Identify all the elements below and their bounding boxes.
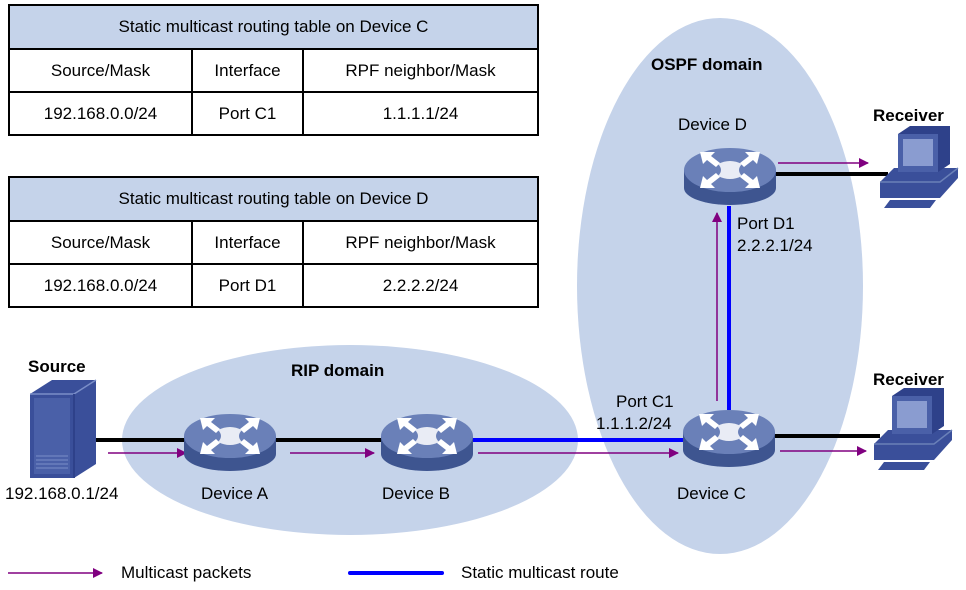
source-ip-label: 192.168.0.1/24 xyxy=(5,484,119,503)
receiver-top-pc-icon[interactable] xyxy=(879,125,959,209)
port-c1-name: Port C1 xyxy=(616,392,674,411)
col-header-rpf-neighbor: RPF neighbor/Mask xyxy=(302,48,539,93)
col-header-interface: Interface xyxy=(191,48,304,93)
legend-static-route-label: Static multicast route xyxy=(461,563,619,582)
routing-table-device-d: Static multicast routing table on Device… xyxy=(8,176,539,308)
col-header-rpf-neighbor: RPF neighbor/Mask xyxy=(302,220,539,265)
device-d-label: Device D xyxy=(678,115,747,134)
cell-rpf-neighbor: 2.2.2.2/24 xyxy=(302,263,539,308)
port-d1-ip: 2.2.2.1/24 xyxy=(737,236,813,255)
cell-source-mask: 192.168.0.0/24 xyxy=(8,263,193,308)
table-row: 192.168.0.0/24 Port C1 1.1.1.1/24 xyxy=(8,91,539,136)
device-a-router-icon[interactable] xyxy=(184,414,276,471)
port-c1-ip: 1.1.1.2/24 xyxy=(596,414,672,433)
source-server-icon[interactable] xyxy=(30,379,97,478)
legend-multicast-label: Multicast packets xyxy=(121,563,252,582)
rip-domain-label: RIP domain xyxy=(291,361,385,380)
cell-rpf-neighbor: 1.1.1.1/24 xyxy=(302,91,539,136)
receiver-top-label: Receiver xyxy=(873,106,944,125)
device-a-label: Device A xyxy=(201,484,269,503)
col-header-source-mask: Source/Mask xyxy=(8,220,193,265)
table-title: Static multicast routing table on Device… xyxy=(8,176,539,222)
source-label: Source xyxy=(28,357,86,376)
receiver-bottom-pc-icon[interactable] xyxy=(873,387,953,471)
port-d1-name: Port D1 xyxy=(737,214,795,233)
device-d-router-icon[interactable] xyxy=(684,148,776,205)
ospf-domain xyxy=(577,18,863,554)
device-c-label: Device C xyxy=(677,484,746,503)
cell-interface: Port D1 xyxy=(191,263,304,308)
cell-source-mask: 192.168.0.0/24 xyxy=(8,91,193,136)
device-b-router-icon[interactable] xyxy=(381,414,473,471)
routing-table-device-c: Static multicast routing table on Device… xyxy=(8,4,539,136)
device-b-label: Device B xyxy=(382,484,451,503)
col-header-source-mask: Source/Mask xyxy=(8,48,193,93)
cell-interface: Port C1 xyxy=(191,91,304,136)
table-title: Static multicast routing table on Device… xyxy=(8,4,539,50)
table-row: 192.168.0.0/24 Port D1 2.2.2.2/24 xyxy=(8,263,539,308)
ospf-domain-label: OSPF domain xyxy=(651,55,763,74)
col-header-interface: Interface xyxy=(191,220,304,265)
receiver-bottom-label: Receiver xyxy=(873,370,944,389)
device-c-router-icon[interactable] xyxy=(683,410,775,467)
